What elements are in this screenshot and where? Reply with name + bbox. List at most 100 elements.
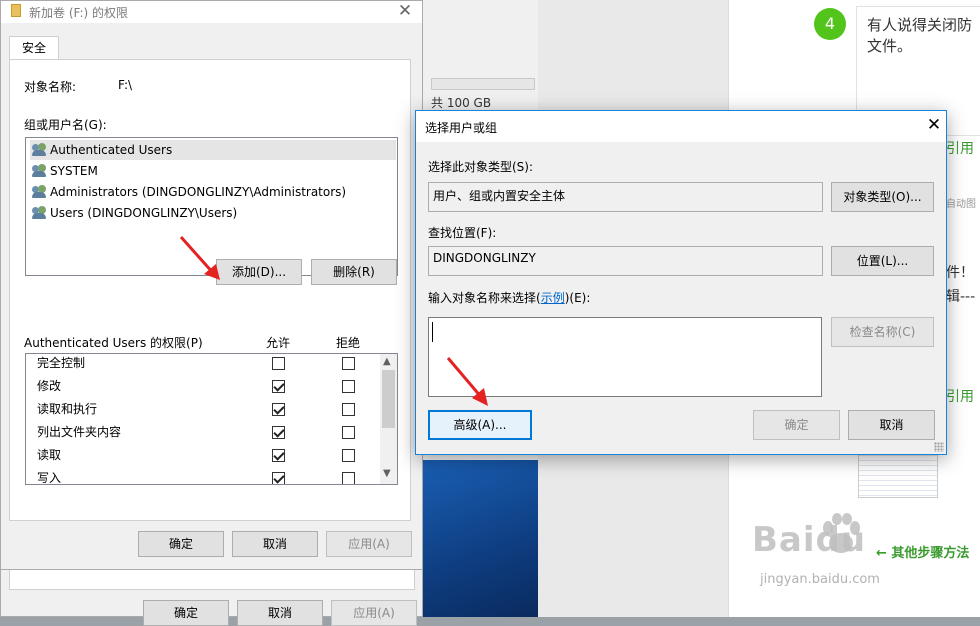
disk-capacity-text: 共 100 GB	[431, 96, 492, 110]
security-panel: 对象名称: F:\ 组或用户名(G): Authenticated Users …	[9, 59, 411, 521]
permission-name: 读取和执行	[37, 402, 98, 416]
select-users-dialog: 选择用户或组 ✕ 选择此对象类型(S): 用户、组或内置安全主体 对象类型(O)…	[415, 110, 947, 455]
scroll-up-icon[interactable]: ▲	[383, 356, 391, 367]
locations-button[interactable]: 位置(L)...	[831, 246, 934, 276]
behind-dialog: 确定 取消 应用(A)	[0, 570, 423, 626]
behind-apply-button[interactable]: 应用(A)	[331, 600, 417, 626]
text-caret	[432, 322, 433, 342]
permissions-titlebar: 新加卷 (F:) 的权限 ✕	[1, 1, 422, 23]
advanced-button[interactable]: 高级(A)...	[428, 410, 532, 440]
permission-row: 读取和执行	[26, 398, 382, 421]
allow-checkbox[interactable]	[272, 380, 285, 393]
permission-name: 修改	[37, 379, 62, 393]
permission-row: 读取	[26, 444, 382, 467]
step-text-line: 文件。	[867, 37, 913, 55]
permissions-dialog: 新加卷 (F:) 的权限 ✕ 安全 对象名称: F:\ 组或用户名(G): Au…	[0, 0, 423, 570]
deny-checkbox[interactable]	[342, 403, 355, 416]
permissions-title: 新加卷 (F:) 的权限	[29, 6, 129, 20]
ok-button[interactable]: 确定	[138, 531, 224, 557]
permission-row: 列出文件夹内容	[26, 421, 382, 444]
screenshot-thumbnail[interactable]	[858, 450, 938, 498]
ok-button[interactable]: 确定	[753, 410, 840, 440]
close-icon[interactable]: ✕	[390, 1, 420, 23]
group-list-label: 组或用户名(G):	[24, 118, 107, 132]
object-type-field: 用户、组或内置安全主体	[428, 182, 823, 212]
step-text-line: 有人说得关闭防	[867, 16, 973, 34]
select-users-title: 选择用户或组	[425, 121, 498, 135]
deny-checkbox[interactable]	[342, 449, 355, 462]
disk-usage-bar	[431, 78, 535, 90]
enter-names-label-suffix: )(E):	[564, 291, 591, 305]
permissions-list: 完全控制 修改 读取和执行 列出文件夹内容 读取 写入 ▲ ▼	[25, 353, 398, 485]
cancel-button[interactable]: 取消	[232, 531, 318, 557]
remove-button[interactable]: 删除(R)	[311, 259, 397, 285]
allow-checkbox[interactable]	[272, 403, 285, 416]
tab-security[interactable]: 安全	[9, 36, 59, 60]
object-name-value: F:\	[118, 78, 133, 92]
list-item-label: Users (DINGDONGLINZY\Users)	[50, 206, 238, 220]
apply-button[interactable]: 应用(A)	[326, 531, 412, 557]
drive-icon	[11, 4, 21, 17]
allow-checkbox[interactable]	[272, 472, 285, 484]
red-arrow-icon	[179, 236, 220, 280]
allow-header: 允许	[266, 336, 291, 350]
close-icon[interactable]: ✕	[919, 115, 949, 137]
quote-link[interactable]: 引用	[946, 386, 974, 406]
permission-name: 完全控制	[37, 356, 86, 370]
list-item-label: SYSTEM	[50, 164, 98, 178]
deny-checkbox[interactable]	[342, 380, 355, 393]
deny-header: 拒绝	[336, 336, 361, 350]
users-icon	[32, 143, 48, 157]
permission-row: 完全控制	[26, 354, 382, 375]
web-fragment: 件！	[946, 265, 974, 281]
permission-row: 写入	[26, 467, 382, 485]
permissions-label: Authenticated Users 的权限(P)	[24, 336, 203, 350]
behind-cancel-button[interactable]: 取消	[237, 600, 323, 626]
users-icon	[32, 185, 48, 199]
list-item[interactable]: SYSTEM	[30, 161, 396, 181]
web-fragment: 辑---	[946, 289, 976, 305]
quote-link[interactable]: 引用	[946, 138, 974, 158]
list-item[interactable]: Users (DINGDONGLINZY\Users)	[30, 203, 396, 223]
more-steps-link[interactable]: ← 其他步骤方法	[876, 542, 969, 561]
deny-checkbox[interactable]	[342, 472, 355, 484]
add-button[interactable]: 添加(D)...	[216, 259, 302, 285]
deny-checkbox[interactable]	[342, 426, 355, 439]
deny-checkbox[interactable]	[342, 357, 355, 370]
object-name-label: 对象名称:	[24, 80, 77, 94]
allow-checkbox[interactable]	[272, 426, 285, 439]
desktop-background	[423, 460, 538, 617]
behind-ok-button[interactable]: 确定	[143, 600, 229, 626]
scroll-thumb[interactable]	[382, 370, 395, 428]
allow-checkbox[interactable]	[272, 357, 285, 370]
permissions-scrollbar[interactable]: ▲ ▼	[380, 354, 397, 484]
web-fragment: 自动图	[946, 199, 976, 210]
resize-grip[interactable]	[934, 442, 944, 452]
list-item[interactable]: Administrators (DINGDONGLINZY\Administra…	[30, 182, 396, 202]
list-item[interactable]: Authenticated Users	[30, 140, 396, 160]
allow-checkbox[interactable]	[272, 449, 285, 462]
select-users-titlebar: 选择用户或组 ✕	[416, 111, 946, 142]
object-types-button[interactable]: 对象类型(O)...	[831, 182, 934, 212]
permission-name: 写入	[37, 471, 62, 485]
location-field: DINGDONGLINZY	[428, 246, 823, 276]
permission-name: 读取	[37, 448, 62, 462]
enter-names-label-prefix: 输入对象名称来选择(	[428, 291, 541, 305]
users-icon	[32, 206, 48, 220]
cancel-button[interactable]: 取消	[848, 410, 935, 440]
examples-link[interactable]: 示例	[541, 291, 565, 305]
users-icon	[32, 164, 48, 178]
behind-dialog-panel	[9, 570, 415, 590]
permission-name: 列出文件夹内容	[37, 425, 122, 439]
watermark-url: jingyan.baidu.com	[760, 572, 880, 587]
object-type-label: 选择此对象类型(S):	[428, 160, 534, 174]
list-item-label: Administrators (DINGDONGLINZY\Administra…	[50, 185, 347, 199]
enter-names-label: 输入对象名称来选择(示例)(E):	[428, 289, 590, 306]
red-arrow-icon	[446, 357, 488, 406]
list-item-label: Authenticated Users	[50, 143, 173, 157]
scroll-down-icon[interactable]: ▼	[383, 468, 391, 479]
check-names-button[interactable]: 检查名称(C)	[831, 317, 934, 347]
step-number-badge: 4	[814, 8, 846, 40]
permission-row: 修改	[26, 375, 382, 398]
baidu-watermark: Baidu	[752, 520, 867, 560]
